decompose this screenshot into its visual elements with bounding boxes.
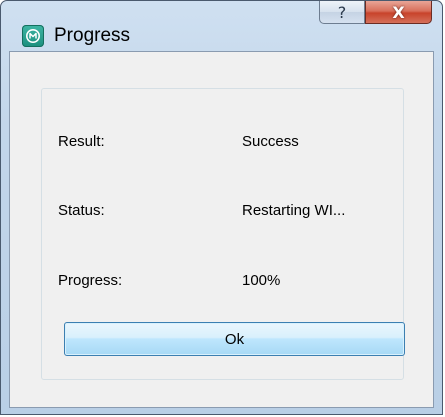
app-icon [22, 25, 44, 47]
title-bar[interactable]: Progress ? X [1, 1, 442, 49]
status-label: Status: [58, 202, 105, 219]
dialog-body: Result: Success Status: Restarting WI...… [9, 51, 434, 408]
ok-button-label: Ok [224, 330, 245, 348]
window-title: Progress [54, 25, 131, 46]
progress-value: 100% [242, 272, 281, 289]
close-icon: X [392, 2, 405, 22]
result-value: Success [242, 133, 299, 150]
progress-label: Progress: [58, 272, 123, 289]
help-button[interactable]: ? [319, 1, 365, 24]
help-icon: ? [337, 2, 347, 22]
status-value: Restarting WI... [242, 202, 346, 219]
progress-dialog-window: Progress ? X Result: Success Status: Res… [0, 0, 443, 415]
close-button[interactable]: X [365, 1, 432, 24]
result-label: Result: [58, 133, 105, 150]
ok-button[interactable]: Ok [64, 322, 405, 356]
